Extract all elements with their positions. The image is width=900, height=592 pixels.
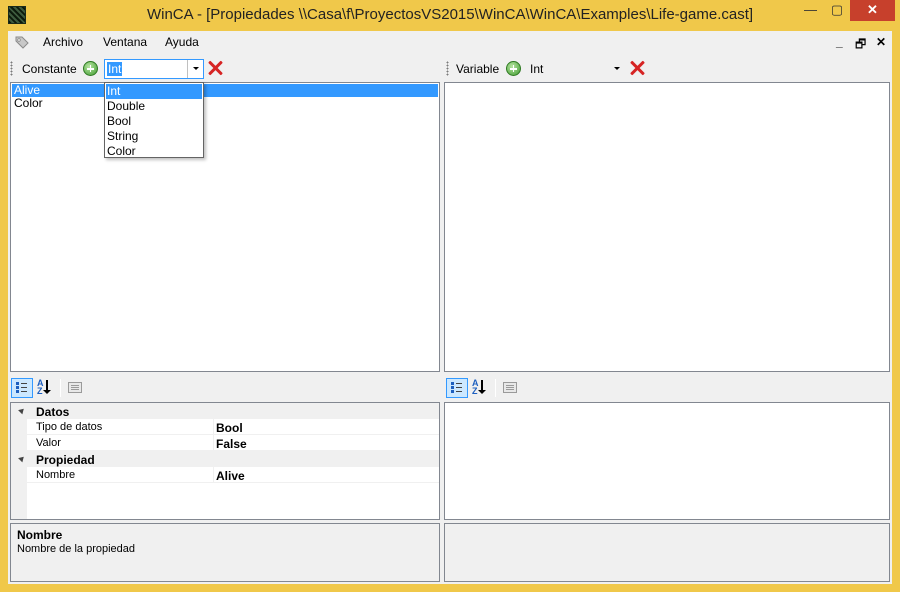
column-divider bbox=[213, 435, 214, 450]
property-name: Nombre bbox=[36, 469, 76, 481]
property-row-nombre[interactable]: Nombre Alive bbox=[11, 467, 439, 483]
close-button[interactable]: ✕ bbox=[850, 0, 895, 21]
category-label: Propiedad bbox=[36, 453, 95, 467]
dropdown-option[interactable]: Double bbox=[106, 99, 202, 114]
dropdown-option[interactable]: Int bbox=[106, 84, 202, 99]
property-pages-icon bbox=[68, 382, 82, 393]
property-name: Tipo de datos bbox=[36, 421, 103, 433]
constant-label: Constante bbox=[22, 62, 77, 76]
property-help-box bbox=[444, 523, 890, 582]
maximize-button[interactable]: ▢ bbox=[824, 0, 850, 21]
categorized-view-button[interactable] bbox=[446, 378, 468, 398]
category-label: Datos bbox=[36, 405, 70, 419]
collapse-triangle-icon[interactable] bbox=[18, 406, 26, 415]
constant-type-combo[interactable]: Int bbox=[104, 59, 204, 79]
property-help-box: Nombre Nombre de la propiedad bbox=[10, 523, 440, 582]
dropdown-option[interactable]: Color bbox=[106, 144, 202, 159]
menu-ayuda[interactable]: Ayuda bbox=[165, 35, 199, 49]
property-grid[interactable]: Datos Tipo de datos Bool Valor False Pro… bbox=[10, 402, 440, 520]
add-variable-icon[interactable] bbox=[506, 61, 521, 76]
variables-list[interactable] bbox=[444, 82, 890, 372]
categorized-view-icon bbox=[451, 382, 463, 394]
toolbar-grip[interactable] bbox=[446, 61, 449, 76]
menu-ventana[interactable]: Ventana bbox=[103, 35, 147, 49]
help-description: Nombre de la propiedad bbox=[17, 543, 136, 555]
collapse-triangle-icon[interactable] bbox=[18, 454, 26, 463]
title-bar[interactable]: WinCA - [Propiedades \\Casa\f\ProyectosV… bbox=[0, 0, 900, 31]
tag-icon[interactable] bbox=[14, 35, 30, 49]
variable-label: Variable bbox=[456, 62, 500, 76]
category-row-datos[interactable]: Datos bbox=[11, 403, 439, 419]
toolbar-grip[interactable] bbox=[10, 61, 13, 76]
add-constant-icon[interactable] bbox=[83, 61, 98, 76]
toolbar-separator bbox=[60, 379, 61, 397]
property-value[interactable]: Alive bbox=[216, 469, 245, 483]
constants-toolbar: Constante Int bbox=[8, 56, 441, 82]
column-divider bbox=[213, 419, 214, 434]
sort-arrow-icon bbox=[43, 380, 51, 394]
category-row-propiedad[interactable]: Propiedad bbox=[11, 451, 439, 467]
constants-pane: Constante Int Alive Color AZ Datos Tipo … bbox=[8, 55, 441, 584]
property-grid-toolbar: AZ bbox=[8, 375, 441, 401]
list-item[interactable]: Color bbox=[12, 97, 438, 110]
mdi-minimize-button[interactable]: _ bbox=[836, 35, 843, 49]
dropdown-option[interactable]: String bbox=[106, 129, 202, 144]
dropdown-option[interactable]: Bool bbox=[106, 114, 202, 129]
app-window: WinCA - [Propiedades \\Casa\f\ProyectosV… bbox=[0, 0, 900, 592]
variable-type-value: Int bbox=[530, 62, 544, 76]
property-name: Valor bbox=[36, 437, 61, 449]
alphabetical-sort-button[interactable]: AZ bbox=[34, 378, 56, 398]
toolbar-separator bbox=[495, 379, 496, 397]
mdi-client: Archivo Ventana Ayuda _ 🗗 ✕ Constante In… bbox=[8, 31, 892, 584]
menu-archivo[interactable]: Archivo bbox=[43, 35, 83, 49]
categorized-view-button[interactable] bbox=[11, 378, 33, 398]
variable-type-combo[interactable]: Int bbox=[526, 59, 626, 79]
minimize-button[interactable]: — bbox=[797, 0, 824, 21]
constant-type-value: Int bbox=[107, 62, 123, 76]
menu-bar: Archivo Ventana Ayuda _ 🗗 ✕ bbox=[8, 31, 892, 53]
delete-constant-icon[interactable] bbox=[207, 60, 223, 76]
alphabetical-sort-button[interactable]: AZ bbox=[469, 378, 491, 398]
sort-arrow-icon bbox=[478, 380, 486, 394]
property-pages-icon bbox=[503, 382, 517, 393]
chevron-down-icon[interactable] bbox=[187, 60, 203, 78]
property-grid[interactable] bbox=[444, 402, 890, 520]
window-title: WinCA - [Propiedades \\Casa\f\ProyectosV… bbox=[146, 6, 754, 23]
property-pages-button[interactable] bbox=[64, 378, 86, 398]
mdi-restore-button[interactable]: 🗗 bbox=[855, 35, 866, 56]
column-divider bbox=[213, 467, 214, 482]
type-dropdown-list[interactable]: Int Double Bool String Color bbox=[104, 82, 204, 158]
mdi-close-button[interactable]: ✕ bbox=[876, 35, 886, 49]
constants-list[interactable]: Alive Color bbox=[10, 82, 440, 372]
delete-variable-icon[interactable] bbox=[629, 60, 645, 76]
help-title: Nombre bbox=[17, 528, 63, 542]
chevron-down-icon[interactable] bbox=[609, 60, 625, 78]
property-row-tipo[interactable]: Tipo de datos Bool bbox=[11, 419, 439, 435]
property-row-valor[interactable]: Valor False bbox=[11, 435, 439, 451]
property-value[interactable]: False bbox=[216, 437, 247, 451]
property-pages-button[interactable] bbox=[499, 378, 521, 398]
variables-pane: Variable Int AZ bbox=[444, 55, 892, 584]
list-item[interactable]: Alive bbox=[12, 84, 438, 97]
property-grid-toolbar: AZ bbox=[444, 375, 892, 401]
variables-toolbar: Variable Int bbox=[444, 56, 892, 82]
categorized-view-icon bbox=[16, 382, 28, 394]
property-value[interactable]: Bool bbox=[216, 421, 243, 435]
